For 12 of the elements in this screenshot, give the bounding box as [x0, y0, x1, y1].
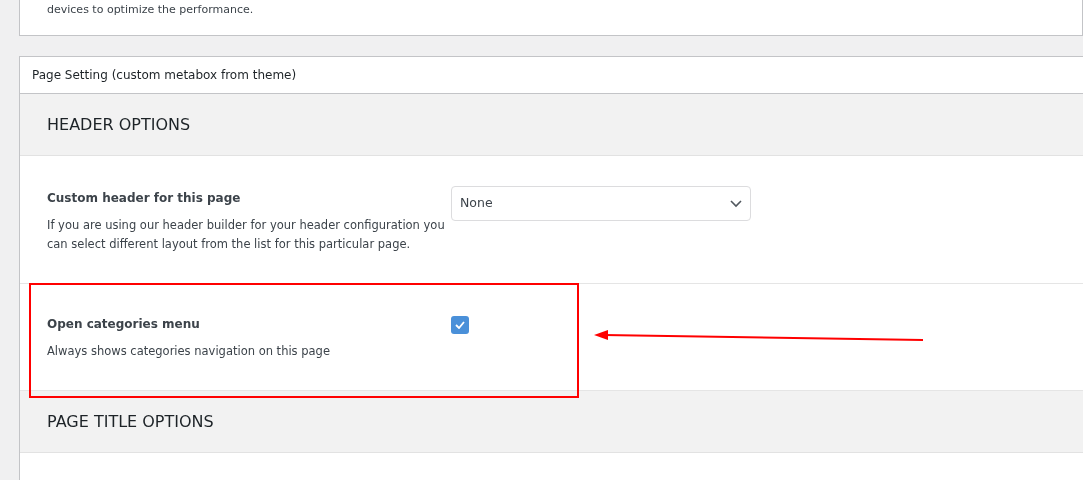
field-description: Always shows categories navigation on this page	[47, 343, 331, 360]
section-heading: HEADER OPTIONS	[47, 113, 191, 136]
header-select[interactable]: None	[451, 186, 751, 221]
chevron-down-icon	[730, 199, 742, 208]
checkmark-icon	[455, 321, 465, 329]
metabox-title: Page Setting (custom metabox from theme)	[32, 67, 297, 84]
field-label: Custom header for this page	[47, 190, 242, 207]
checkbox[interactable]	[451, 316, 469, 334]
field-description: If you are using our header builder for your header configuration you can select different layout from the list for this particular page.	[47, 217, 446, 253]
description-text: devices to optimize the performance.	[47, 3, 254, 16]
section-heading: PAGE TITLE OPTIONS	[47, 410, 214, 433]
field-label: Open categories menu	[47, 316, 201, 333]
